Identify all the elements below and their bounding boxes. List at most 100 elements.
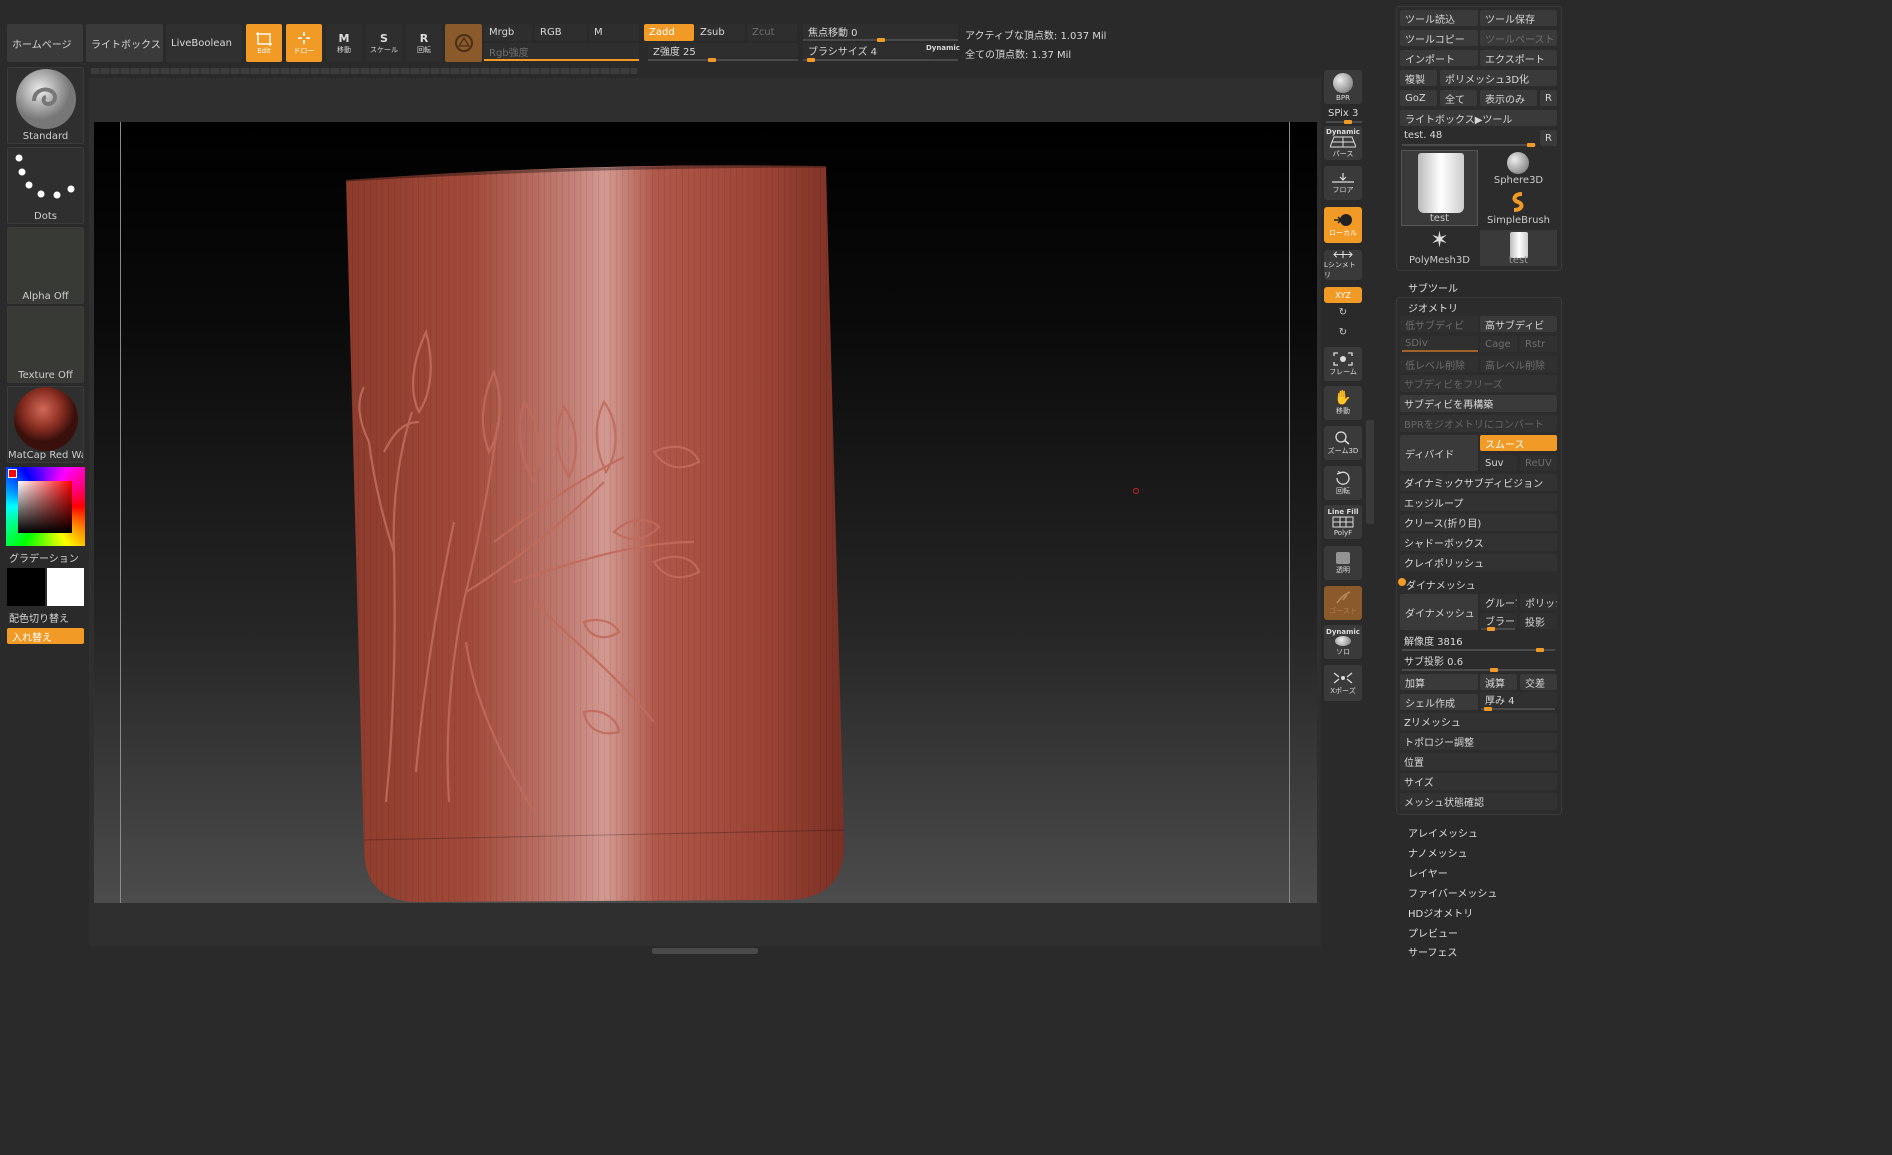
cup-model[interactable] xyxy=(94,122,1317,903)
size-section[interactable]: サイズ xyxy=(1400,773,1557,790)
goz-r-button[interactable]: R xyxy=(1540,90,1557,106)
right-collapse-tab[interactable] xyxy=(1366,420,1374,524)
move-mode-button[interactable]: M 移動 xyxy=(326,24,362,62)
dynamesh-section[interactable]: ダイナメッシュ xyxy=(1406,577,1476,592)
dynamesh-blur-slider[interactable]: ブラー xyxy=(1480,613,1517,628)
thickness-slider[interactable]: 厚み 4 xyxy=(1480,692,1557,707)
rgb-intensity-slider[interactable]: Rgb強度 xyxy=(484,43,639,60)
floor-button[interactable]: フロア xyxy=(1324,166,1362,200)
brush-selector[interactable]: Standard xyxy=(7,67,84,144)
topology-section[interactable]: トポロジー調整 xyxy=(1400,733,1557,750)
zremesher-section[interactable]: Zリメッシュ xyxy=(1400,713,1557,730)
primary-color-swatch[interactable] xyxy=(7,568,45,606)
sdiv-slider[interactable]: SDiv xyxy=(1400,336,1478,350)
clone-button[interactable]: 複製 xyxy=(1400,70,1437,86)
thickness-track[interactable] xyxy=(1481,707,1555,711)
color-picker[interactable] xyxy=(6,467,85,546)
rotate-y-icon[interactable]: ↻ xyxy=(1336,307,1350,321)
import-button[interactable]: インポート xyxy=(1400,50,1478,66)
canvas[interactable] xyxy=(94,122,1317,903)
symmetry-button[interactable]: Lシンメトリ xyxy=(1324,250,1362,280)
zadd-button[interactable]: Zadd xyxy=(644,24,694,41)
subtool-section[interactable]: サブツール xyxy=(1408,280,1458,295)
copy-tool-button[interactable]: ツールコピー xyxy=(1400,30,1478,46)
preview-section[interactable]: プレビュー xyxy=(1408,925,1458,940)
zsub-button[interactable]: Zsub xyxy=(695,24,745,41)
solo-button[interactable]: Dynamic ソロ xyxy=(1324,625,1362,659)
liveboolean-button[interactable]: LiveBoolean xyxy=(166,24,242,62)
add-button[interactable]: 加算 xyxy=(1400,674,1478,690)
dynamic-toggle[interactable]: Dynamic xyxy=(926,44,960,52)
rotate-z-icon[interactable]: ↻ xyxy=(1336,327,1350,341)
color-picker-square[interactable] xyxy=(18,481,72,533)
xyz-button[interactable]: XYZ xyxy=(1324,287,1362,303)
sub-button[interactable]: 減算 xyxy=(1480,674,1517,690)
dynamesh-project-toggle[interactable]: 投影 xyxy=(1520,613,1557,629)
goz-all-button[interactable]: 全て xyxy=(1440,90,1477,106)
geometry-section[interactable]: ジオメトリ xyxy=(1408,300,1458,315)
freeze-subdiv-button[interactable]: サブディビをフリーズ xyxy=(1400,375,1557,392)
swap-colors-button[interactable]: 入れ替え xyxy=(7,628,84,644)
export-button[interactable]: エクスポート xyxy=(1480,50,1557,66)
edgeloop-section[interactable]: エッジループ xyxy=(1400,494,1557,511)
spix-slider[interactable]: SPix 3 xyxy=(1328,108,1358,119)
rgb-button[interactable]: RGB xyxy=(535,24,587,41)
sub-projection-track[interactable] xyxy=(1402,668,1555,672)
spix-track[interactable] xyxy=(1326,120,1362,124)
resolution-slider[interactable]: 解像度 3816 xyxy=(1400,632,1557,649)
higher-res-button[interactable]: 高サブディビ xyxy=(1480,316,1557,332)
dynamesh-polish-toggle[interactable]: ポリッシュ xyxy=(1520,594,1557,610)
rotate-view-button[interactable]: 回転 xyxy=(1324,466,1362,500)
local-button[interactable]: ローカル xyxy=(1324,207,1362,243)
tool-thumb-simplebrush[interactable]: SimpleBrush xyxy=(1480,190,1557,226)
rgb-intensity-track[interactable] xyxy=(484,59,639,61)
dynamic-subdivision-section[interactable]: ダイナミックサブディビジョン xyxy=(1400,474,1557,491)
brush-size-track[interactable] xyxy=(803,58,958,62)
goz-button[interactable]: GoZ xyxy=(1400,90,1437,106)
divide-button[interactable]: ディバイド xyxy=(1400,435,1478,471)
nanomesh-section[interactable]: ナノメッシュ xyxy=(1408,845,1468,860)
arraymesh-section[interactable]: アレイメッシュ xyxy=(1408,825,1478,840)
transparent-button[interactable]: 透明 xyxy=(1324,546,1362,580)
position-section[interactable]: 位置 xyxy=(1400,753,1557,770)
blur-track[interactable] xyxy=(1481,627,1515,631)
tool-count-track[interactable] xyxy=(1402,143,1536,147)
surface-section[interactable]: サーフェス xyxy=(1408,944,1457,959)
material-selector[interactable]: MatCap Red Wax xyxy=(7,386,84,463)
make-polymesh-button[interactable]: ポリメッシュ3D化 xyxy=(1440,70,1557,86)
zcut-button[interactable]: Zcut xyxy=(747,24,797,41)
stroke-selector[interactable]: Dots xyxy=(7,147,84,224)
dynamesh-button[interactable]: ダイナメッシュ xyxy=(1400,594,1478,630)
lightbox-tool-button[interactable]: ライトボックス▶ツール xyxy=(1400,110,1557,126)
and-button[interactable]: 交差 xyxy=(1520,674,1557,690)
m-button[interactable]: M xyxy=(589,24,639,41)
reconstruct-subdiv-button[interactable]: サブディビを再構築 xyxy=(1400,395,1557,412)
mesh-integrity-section[interactable]: メッシュ状態確認 xyxy=(1400,793,1557,810)
layers-section[interactable]: レイヤー xyxy=(1408,865,1448,880)
brush-size-slider[interactable]: ブラシサイズ 4 xyxy=(803,43,933,58)
reuv-toggle[interactable]: ReUV xyxy=(1520,455,1557,471)
paste-tool-button[interactable]: ツールペースト xyxy=(1480,30,1557,46)
resolution-track[interactable] xyxy=(1402,648,1555,652)
perspective-button[interactable]: Dynamic パース xyxy=(1324,126,1362,160)
frame-button[interactable]: フレーム xyxy=(1324,347,1362,381)
focal-shift-track[interactable] xyxy=(803,38,958,42)
sdiv-track[interactable] xyxy=(1402,350,1478,352)
ghost-button[interactable]: ゴースト xyxy=(1324,586,1362,620)
delete-lower-button[interactable]: 低レベル削除 xyxy=(1400,356,1478,372)
polyframe-button[interactable]: Line Fill PolyF xyxy=(1324,505,1362,539)
tool-thumb-polymesh3d[interactable]: ✶ PolyMesh3D xyxy=(1401,228,1478,266)
homepage-button[interactable]: ホームページ xyxy=(7,24,83,62)
zoom3d-button[interactable]: ズーム3D xyxy=(1324,426,1362,460)
color-swatch-button[interactable] xyxy=(445,24,482,62)
gradient-label[interactable]: グラデーション xyxy=(9,550,79,565)
suv-toggle[interactable]: Suv xyxy=(1480,455,1517,471)
convert-bpr-button[interactable]: BPRをジオメトリにコンバート xyxy=(1400,415,1557,432)
alpha-selector[interactable]: Alpha Off xyxy=(7,227,84,304)
current-tool-name[interactable]: test. 48 xyxy=(1404,130,1442,141)
save-tool-button[interactable]: ツール保存 xyxy=(1480,10,1557,26)
fibermesh-section[interactable]: ファイバーメッシュ xyxy=(1408,885,1497,900)
tool-thumb-test[interactable]: test xyxy=(1401,150,1478,226)
crease-section[interactable]: クリース(折り目) xyxy=(1400,514,1557,531)
sub-projection-slider[interactable]: サブ投影 0.6 xyxy=(1400,652,1557,669)
